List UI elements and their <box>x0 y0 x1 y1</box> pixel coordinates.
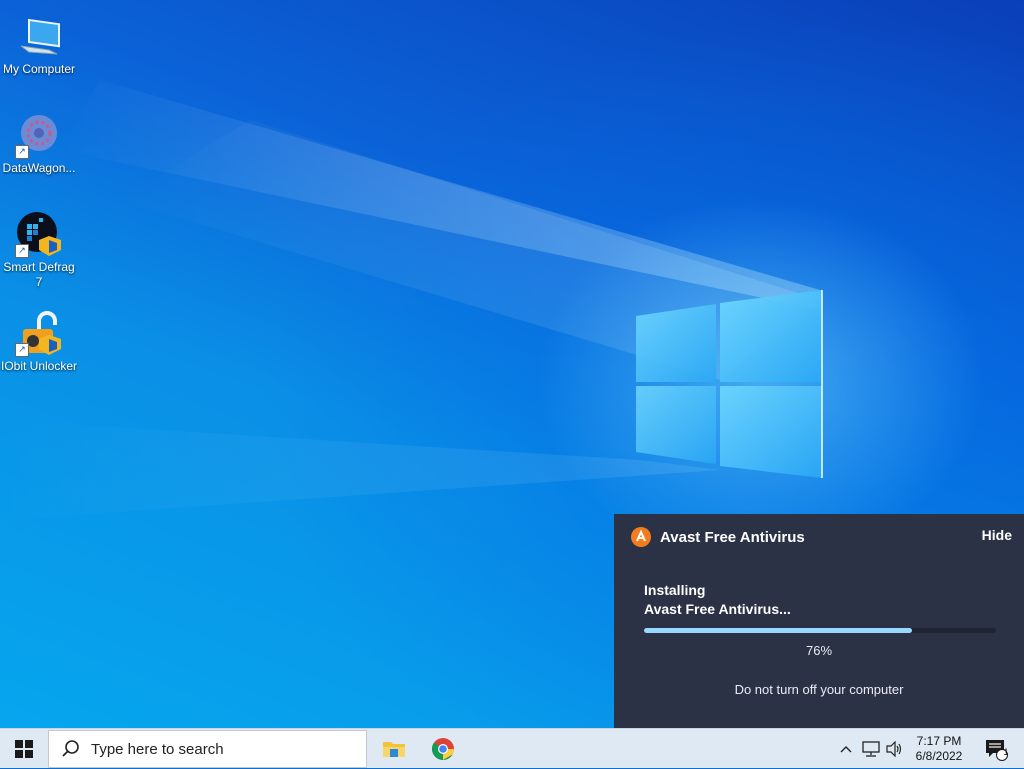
iobit-unlocker-icon: ↗ <box>15 309 63 357</box>
avast-install-panel: Avast Free Antivirus Hide Installing Ava… <box>614 514 1024 728</box>
chrome-icon <box>432 738 454 760</box>
shortcut-arrow-icon: ↗ <box>15 244 29 258</box>
action-center-button[interactable]: 1 <box>976 729 1016 769</box>
chrome-taskbar-button[interactable] <box>419 729 467 769</box>
search-placeholder: Type here to search <box>91 740 224 758</box>
show-hidden-icons-button[interactable] <box>836 729 856 769</box>
computer-icon <box>15 12 63 60</box>
install-progress-bar <box>644 628 996 633</box>
smart-defrag-icon: ↗ <box>15 210 63 258</box>
desktop-icon-label: IObit Unlocker <box>0 359 78 373</box>
desktop-icon-datawagon[interactable]: ↗ DataWagon... <box>0 103 78 176</box>
avast-title: Avast Free Antivirus <box>660 528 805 546</box>
speaker-icon <box>886 741 902 757</box>
desktop-icon-smart-defrag[interactable]: ↗ Smart Defrag 7 <box>0 202 78 290</box>
chevron-up-icon <box>840 746 852 753</box>
desktop-icon-label: My Computer <box>2 62 76 76</box>
network-icon <box>862 741 880 757</box>
clock-date: 6/8/2022 <box>915 749 963 763</box>
install-warning-text: Do not turn off your computer <box>734 682 904 697</box>
install-progress-fill <box>644 628 912 633</box>
shortcut-arrow-icon: ↗ <box>15 145 29 159</box>
datawagon-icon: ↗ <box>15 111 63 159</box>
taskbar-clock[interactable]: 7:17 PM 6/8/2022 <box>908 729 970 769</box>
notification-count-badge: 1 <box>1003 747 1009 757</box>
install-status-line2: Avast Free Antivirus... <box>644 601 791 617</box>
taskbar: Type here to search 7:17 PM 6/8/2022 1 <box>0 728 1024 768</box>
clock-time: 7:17 PM <box>916 734 962 748</box>
desktop-icon-iobit-unlocker[interactable]: ↗ IObit Unlocker <box>0 301 78 374</box>
search-icon <box>62 740 79 757</box>
desktop-icon-label: Smart Defrag 7 <box>3 260 75 289</box>
file-explorer-icon <box>383 742 405 757</box>
hide-button[interactable]: Hide <box>982 527 1012 543</box>
volume-tray-button[interactable] <box>884 729 906 769</box>
windows-start-icon <box>15 740 33 758</box>
file-explorer-taskbar-button[interactable] <box>370 729 418 769</box>
windows-logo-wallpaper <box>636 290 823 478</box>
start-button[interactable] <box>0 729 48 769</box>
desktop-icon-label: DataWagon... <box>2 161 76 175</box>
desktop-icon-my-computer[interactable]: My Computer <box>0 4 78 77</box>
shortcut-arrow-icon: ↗ <box>15 343 29 357</box>
taskbar-search-box[interactable]: Type here to search <box>48 730 367 768</box>
avast-header: Avast Free Antivirus <box>630 525 805 549</box>
install-progress-percent: 76% <box>805 643 833 658</box>
avast-logo-icon <box>631 527 651 547</box>
install-status-line1: Installing <box>644 582 706 598</box>
network-tray-button[interactable] <box>860 729 882 769</box>
